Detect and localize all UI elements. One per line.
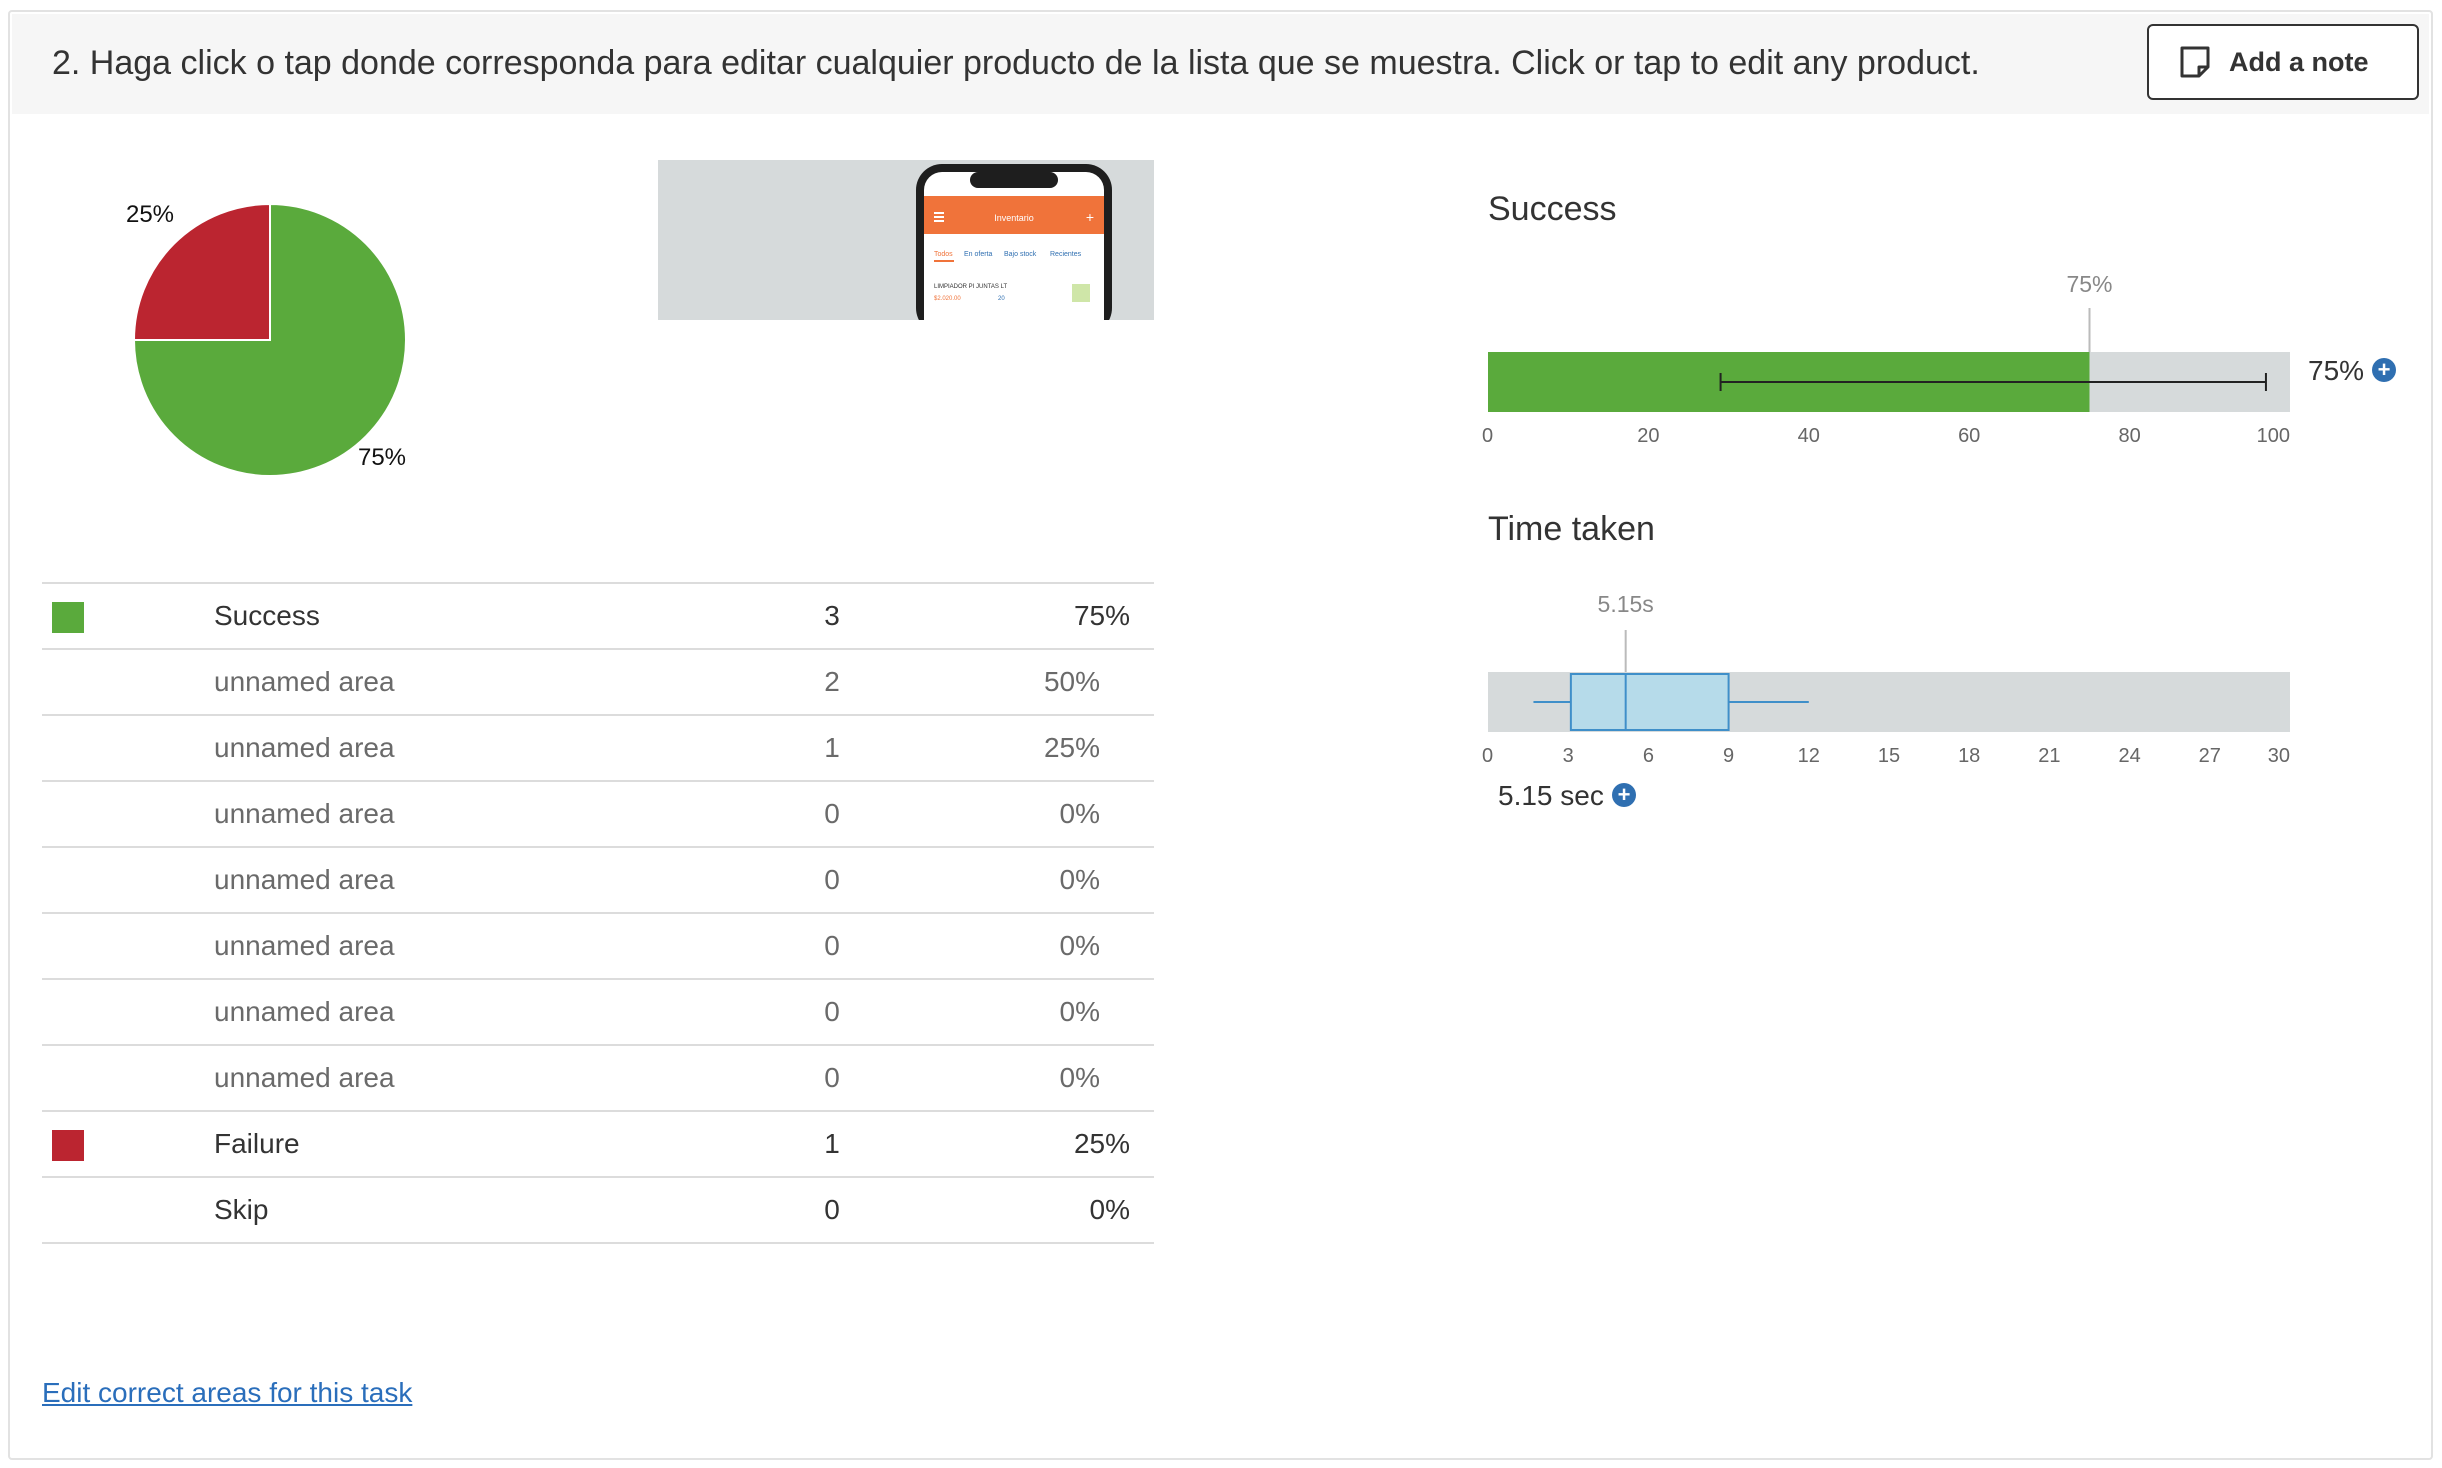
- task-header: 2. Haga click o tap donde corresponda pa…: [12, 14, 2429, 114]
- row-count: 0: [824, 1194, 840, 1225]
- time-tick-label: 21: [2038, 745, 2060, 767]
- success-tick-label: 20: [1637, 425, 1659, 447]
- phone-header-title: Inventario: [994, 213, 1034, 223]
- success-tick-label: 0: [1482, 425, 1493, 447]
- pie-label-failure: 25%: [126, 201, 174, 228]
- phone-mockup: Inventario + Todos En oferta Bajo stock …: [916, 164, 1112, 320]
- row-percent: 0%: [1059, 1062, 1100, 1093]
- table-row[interactable]: unnamed area 0 0%: [42, 914, 1154, 980]
- time-chart-title: Time taken: [1488, 510, 1655, 548]
- time-tick-label: 3: [1563, 745, 1574, 767]
- row-percent: 0%: [1059, 864, 1100, 895]
- time-tick-label: 30: [2268, 745, 2290, 767]
- note-icon: [2180, 46, 2210, 78]
- time-box[interactable]: [1569, 673, 1730, 731]
- table-row[interactable]: unnamed area 0 0%: [42, 980, 1154, 1046]
- phone-item-sub: $2.020.00: [934, 296, 961, 302]
- row-name: Success: [214, 600, 320, 631]
- table-row[interactable]: unnamed area 2 50%: [42, 650, 1154, 716]
- row-count: 0: [824, 930, 840, 961]
- row-percent: 25%: [1043, 732, 1100, 763]
- row-name: unnamed area: [214, 798, 395, 829]
- table-row: Success 3 75%: [42, 584, 1154, 650]
- time-boxplot-chart: 5.15s 0 3 6 9 12 15 18 21 24 27 30: [1482, 591, 2290, 767]
- row-percent: 0%: [1059, 996, 1100, 1027]
- row-count: 2: [824, 666, 840, 697]
- task-screenshot-thumbnail[interactable]: Inventario + Todos En oferta Bajo stock …: [658, 160, 1154, 320]
- row-count: 0: [824, 996, 840, 1027]
- row-name: unnamed area: [214, 930, 395, 961]
- row-name: unnamed area: [214, 1062, 395, 1093]
- row-name: Failure: [214, 1128, 300, 1159]
- time-tick-label: 24: [2118, 745, 2140, 767]
- time-tick-label: 6: [1643, 745, 1654, 767]
- row-percent: 75%: [1073, 600, 1130, 631]
- phone-item-qty: 20: [998, 296, 1005, 302]
- row-percent: 0%: [1089, 1194, 1130, 1225]
- time-tick-label: 27: [2199, 745, 2221, 767]
- task-title: 2. Haga click o tap donde corresponda pa…: [52, 44, 1980, 82]
- table-row[interactable]: unnamed area 0 0%: [42, 782, 1154, 848]
- time-tick-label: 12: [1798, 745, 1820, 767]
- phone-tab-3: Bajo stock: [1004, 251, 1037, 258]
- time-summary-value: 5.15 sec: [1498, 780, 1604, 811]
- row-count: 0: [824, 798, 840, 829]
- success-bar-chart: 75% 0 20 40 60 80 100: [1482, 271, 2290, 447]
- table-row[interactable]: unnamed area 1 25%: [42, 716, 1154, 782]
- row-count: 1: [824, 732, 840, 763]
- table-row[interactable]: unnamed area 0 0%: [42, 1046, 1154, 1112]
- phone-item-text: LIMPIADOR PI JUNTAS LT: [934, 284, 1007, 290]
- phone-tab-1: Todos: [934, 251, 953, 258]
- row-percent: 0%: [1059, 930, 1100, 961]
- row-percent: 50%: [1043, 666, 1100, 697]
- phone-tab-4: Recientes: [1050, 251, 1082, 258]
- svg-text:+: +: [1086, 209, 1094, 225]
- table-row: Skip 0 0%: [42, 1178, 1154, 1244]
- time-tick-label: 15: [1878, 745, 1900, 767]
- success-tick-label: 80: [2118, 425, 2140, 447]
- results-pie-chart: 75% 25%: [60, 150, 500, 520]
- success-swatch: [52, 602, 84, 633]
- time-median-label: 5.15s: [1598, 591, 1654, 617]
- time-tick-label: 0: [1482, 745, 1493, 767]
- success-expand-icon[interactable]: +: [2372, 358, 2396, 382]
- table-row[interactable]: unnamed area 0 0%: [42, 848, 1154, 914]
- row-count: 1: [824, 1128, 840, 1159]
- row-name: unnamed area: [214, 864, 395, 895]
- success-tick-label: 60: [1958, 425, 1980, 447]
- row-name: unnamed area: [214, 996, 395, 1027]
- time-expand-icon[interactable]: +: [1612, 783, 1636, 807]
- row-percent: 25%: [1073, 1128, 1130, 1159]
- edit-correct-areas-link[interactable]: Edit correct areas for this task: [42, 1377, 412, 1409]
- success-tick-label: 40: [1798, 425, 1820, 447]
- success-summary-value: 75%: [2308, 355, 2365, 386]
- failure-swatch: [52, 1130, 84, 1161]
- row-count: 3: [824, 600, 840, 631]
- row-count: 0: [824, 1062, 840, 1093]
- add-note-label: Add a note: [2229, 46, 2369, 77]
- row-name: Skip: [214, 1194, 269, 1225]
- row-percent: 0%: [1059, 798, 1100, 829]
- pie-label-success: 75%: [358, 444, 406, 471]
- row-name: unnamed area: [214, 666, 395, 697]
- success-tick-label: 100: [2257, 425, 2290, 447]
- add-note-button[interactable]: Add a note: [2147, 24, 2419, 100]
- success-chart-title: Success: [1488, 190, 1617, 228]
- table-row: Failure 1 25%: [42, 1112, 1154, 1178]
- row-name: unnamed area: [214, 732, 395, 763]
- pie-svg: 75% 25%: [126, 201, 407, 477]
- success-marker-label: 75%: [2066, 271, 2112, 297]
- time-tick-label: 9: [1723, 745, 1734, 767]
- results-table: Success 3 75% unnamed area 2 50% unnamed area 1…: [42, 582, 1154, 1244]
- row-count: 0: [824, 864, 840, 895]
- phone-tab-2: En oferta: [964, 251, 993, 258]
- time-tick-label: 18: [1958, 745, 1980, 767]
